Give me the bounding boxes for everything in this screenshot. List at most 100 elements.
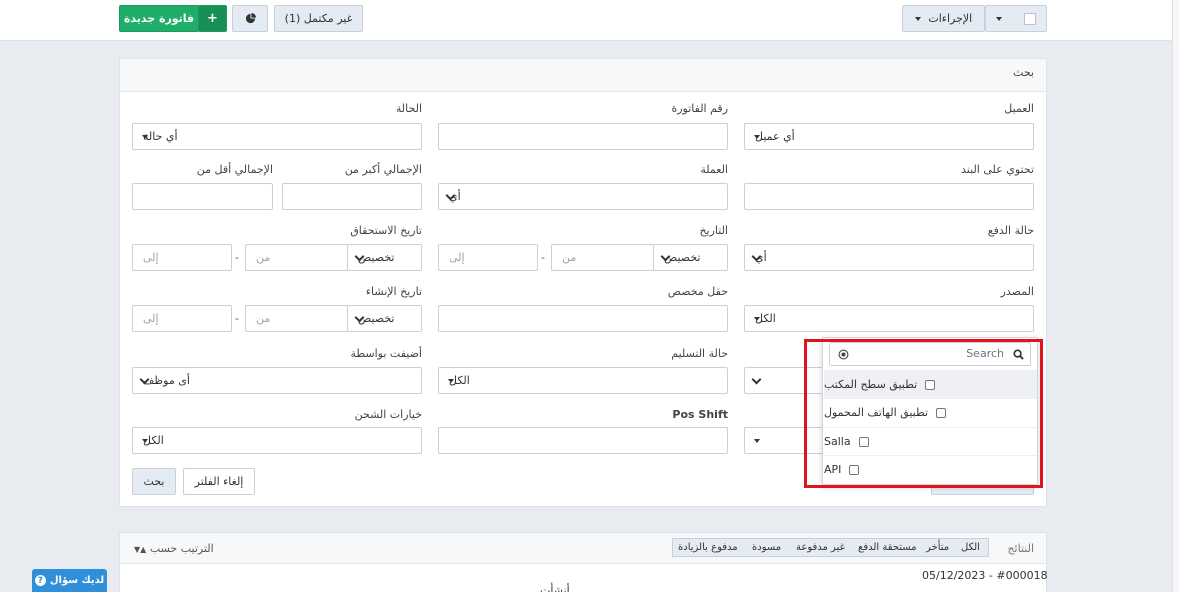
shipping-options-select[interactable]: الكل	[132, 427, 422, 454]
source-option-label: تطبيق الهاتف المحمول	[824, 406, 929, 419]
new-invoice-button[interactable]: فاتورة جديدة	[119, 5, 199, 32]
creation-mode-select[interactable]: تخصيص	[347, 305, 422, 332]
source-dropdown-search[interactable]: Search	[829, 342, 1031, 366]
due-mode-select[interactable]: تخصيص	[347, 244, 422, 271]
pos-shift-label: Pos Shift	[672, 408, 728, 421]
right-scroll-strip[interactable]	[1172, 0, 1179, 592]
tab-draft[interactable]: مسودة	[752, 538, 781, 556]
caret-down-icon	[914, 16, 921, 21]
select-all-checkbox[interactable]	[1024, 12, 1036, 25]
source-select[interactable]: الكل	[744, 305, 1034, 332]
plus-icon: +	[207, 11, 218, 26]
source-option-label: Salla	[824, 435, 851, 448]
date-from-input[interactable]: من	[551, 244, 654, 271]
results-label: النتائج	[1007, 542, 1034, 555]
total-less-input[interactable]	[132, 183, 273, 210]
incomplete-filter-button[interactable]: غير مكتمل (1)	[274, 5, 363, 32]
due-from-input[interactable]: من	[245, 244, 348, 271]
contains-item-input[interactable]	[744, 183, 1034, 210]
source-option-desktop[interactable]: تطبيق سطح المكتب	[824, 370, 1037, 398]
pie-chart-icon	[245, 13, 256, 24]
date-mode-select[interactable]: تخصيص	[653, 244, 728, 271]
chevron-down-icon	[751, 374, 762, 385]
total-greater-input[interactable]	[282, 183, 422, 210]
new-invoice-plus-button[interactable]: +	[198, 5, 227, 32]
due-date-label: تاريخ الاستحقاق	[350, 224, 422, 237]
date-range-dash: -	[541, 251, 545, 264]
tab-label: غير مدفوعة	[796, 541, 845, 553]
status-select[interactable]: أي حالة	[132, 123, 422, 150]
invoice-row-header[interactable]: 05/12/2023 - #000018	[922, 569, 1048, 582]
currency-label: العملة	[700, 163, 728, 176]
select-all-button[interactable]	[985, 5, 1047, 32]
currency-select[interactable]: أي	[438, 183, 728, 210]
source-search-placeholder: Search	[966, 347, 1004, 360]
search-button[interactable]: بحث	[132, 468, 176, 495]
actions-label: الإجراءات	[928, 12, 973, 25]
due-mode-value: تخصيص	[358, 251, 395, 264]
search-panel-title: بحث	[1013, 66, 1034, 79]
help-button[interactable]: ? لديك سؤال	[32, 569, 107, 592]
creation-from-input[interactable]: من	[245, 305, 348, 332]
search-icon	[1013, 349, 1024, 360]
caret-down-icon	[142, 439, 148, 443]
caret-down-icon	[996, 16, 1002, 21]
pos-shift-input[interactable]	[438, 427, 728, 454]
option-checkbox[interactable]	[849, 464, 860, 475]
due-to-input[interactable]: إلى	[132, 244, 232, 271]
tab-label: الكل	[961, 541, 980, 553]
creation-to-placeholder: إلى	[143, 312, 159, 325]
option-checkbox[interactable]	[858, 436, 869, 447]
actions-dropdown-button[interactable]: الإجراءات	[902, 5, 985, 32]
source-dropdown-menu: Search تطبيق سطح المكتب تطبيق الهاتف الم…	[822, 337, 1038, 485]
search-button-label: بحث	[143, 475, 165, 488]
date-to-placeholder: إلى	[449, 251, 465, 264]
clear-filter-button[interactable]: إلغاء الفلتر	[183, 468, 255, 495]
delivery-status-select[interactable]: الكل	[438, 367, 728, 394]
invoice-number-input[interactable]	[438, 123, 728, 150]
tab-all[interactable]: الكل	[961, 538, 980, 556]
caret-down-icon	[754, 317, 760, 321]
invoice-number-label: رقم الفاتورة	[671, 102, 728, 115]
caret-down-icon	[754, 135, 760, 139]
stats-button[interactable]	[232, 5, 268, 32]
help-button-label: لديك سؤال	[49, 575, 105, 586]
tab-due[interactable]: مستحقة الدفع	[858, 538, 917, 556]
tab-label: مدفوع بالزيادة	[678, 541, 738, 553]
delivery-status-label: حالة التسليم	[671, 347, 728, 360]
date-from-placeholder: من	[562, 251, 577, 264]
added-by-value: أى موظف	[143, 374, 190, 387]
creation-from-placeholder: من	[256, 312, 271, 325]
source-option-salla[interactable]: Salla	[824, 427, 1037, 455]
due-from-placeholder: من	[256, 251, 271, 264]
option-checkbox[interactable]	[925, 379, 936, 390]
payment-status-select[interactable]: أي	[744, 244, 1034, 271]
due-range-dash: -	[235, 251, 239, 264]
source-option-mobile[interactable]: تطبيق الهاتف المحمول	[824, 398, 1037, 426]
option-checkbox[interactable]	[936, 407, 947, 418]
source-option-label: تطبيق سطح المكتب	[824, 378, 918, 391]
total-greater-label: الإجمالي أكبر من	[344, 163, 422, 176]
sort-by-control[interactable]: الترتيب حسب ▲▼	[134, 542, 214, 555]
tab-overdue[interactable]: متأخر	[926, 538, 949, 556]
source-option-label: API	[824, 463, 842, 476]
sort-icon: ▲▼	[134, 545, 147, 554]
tab-overpaid[interactable]: مدفوع بالزيادة	[678, 538, 738, 556]
status-select-value: أي حالة	[143, 130, 178, 143]
date-label: التاريخ	[699, 224, 728, 237]
clear-search-icon[interactable]	[838, 349, 849, 360]
custom-field-input[interactable]	[438, 305, 728, 332]
date-to-input[interactable]: إلى	[438, 244, 538, 271]
tab-label: متأخر	[926, 541, 950, 553]
tab-unpaid[interactable]: غير مدفوعة	[796, 538, 845, 556]
caret-down-icon	[754, 439, 760, 443]
client-select[interactable]: أي عميل	[744, 123, 1034, 150]
status-label: الحالة	[395, 102, 422, 115]
total-less-label: الإجمالي أقل من	[196, 163, 273, 176]
creation-to-input[interactable]: إلى	[132, 305, 232, 332]
caret-down-icon	[142, 135, 148, 139]
new-invoice-label: فاتورة جديدة	[123, 12, 195, 25]
clear-filter-label: إلغاء الفلتر	[194, 475, 244, 488]
source-option-api[interactable]: API	[824, 455, 1037, 483]
added-by-select[interactable]: أى موظف	[132, 367, 422, 394]
